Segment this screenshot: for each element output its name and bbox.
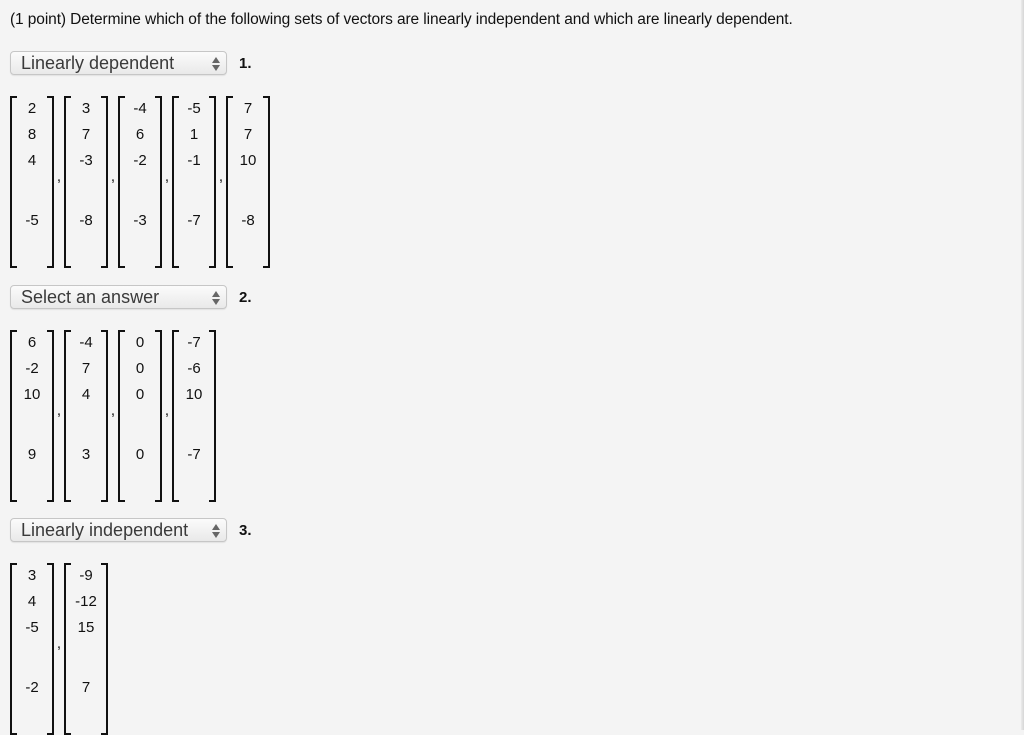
right-bracket [47, 96, 54, 268]
answer-select-2[interactable]: Select an answer [10, 285, 227, 309]
vector-set-2: 6 -2 10 9 , -4 7 4 3 , 0 0 0 0 , -7 -6 1… [10, 330, 252, 502]
answer-select-2-value: Select an answer [21, 287, 160, 307]
separator: , [218, 168, 224, 185]
question-prompt: (1 point) Determine which of the followi… [10, 11, 793, 28]
right-bracket [47, 330, 54, 502]
left-bracket [10, 96, 17, 268]
left-bracket [118, 330, 125, 502]
left-bracket [172, 330, 179, 502]
separator: , [164, 168, 170, 185]
vector: 3 7 -3 -8 [64, 96, 108, 268]
right-bracket [263, 96, 270, 268]
problem-number: 3. [239, 521, 252, 539]
left-bracket [10, 563, 17, 735]
left-bracket [64, 563, 71, 735]
right-bracket [155, 96, 162, 268]
problem-2: Select an answer 2. 6 -2 10 9 , -4 7 4 3… [10, 284, 252, 502]
vector: 2 8 4 -5 [10, 96, 54, 268]
right-bracket [101, 330, 108, 502]
vector: -4 6 -2 -3 [118, 96, 162, 268]
right-bracket [209, 330, 216, 502]
left-bracket [226, 96, 233, 268]
separator: , [56, 635, 62, 652]
vector: 7 7 10 -8 [226, 96, 270, 268]
separator: , [56, 402, 62, 419]
vector: -5 1 -1 -7 [172, 96, 216, 268]
select-arrows-icon [212, 57, 220, 71]
right-bracket [101, 96, 108, 268]
vector: 6 -2 10 9 [10, 330, 54, 502]
left-bracket [64, 330, 71, 502]
problem-number: 1. [239, 54, 252, 72]
vector: -9 -12 15 7 [64, 563, 108, 735]
left-bracket [172, 96, 179, 268]
separator: , [164, 402, 170, 419]
answer-select-3-value: Linearly independent [21, 520, 189, 540]
separator: , [110, 402, 116, 419]
answer-select-1-value: Linearly dependent [21, 53, 175, 73]
separator: , [110, 168, 116, 185]
select-arrows-icon [212, 291, 220, 305]
vector: 0 0 0 0 [118, 330, 162, 502]
right-bracket [209, 96, 216, 268]
vector: 3 4 -5 -2 [10, 563, 54, 735]
left-bracket [10, 330, 17, 502]
right-bracket [47, 563, 54, 735]
answer-select-1[interactable]: Linearly dependent [10, 51, 227, 75]
answer-select-3[interactable]: Linearly independent [10, 518, 227, 542]
problem-3: Linearly independent 3. 3 4 -5 -2 , -9 -… [10, 517, 252, 735]
left-bracket [118, 96, 125, 268]
problem-number: 2. [239, 288, 252, 306]
vector: -4 7 4 3 [64, 330, 108, 502]
select-arrows-icon [212, 524, 220, 538]
separator: , [56, 168, 62, 185]
problem-1: Linearly dependent 1. 2 8 4 -5 , 3 7 -3 … [10, 50, 270, 268]
vector-set-1: 2 8 4 -5 , 3 7 -3 -8 , -4 6 -2 -3 , -5 1… [10, 96, 270, 268]
right-bracket [155, 330, 162, 502]
right-bracket [101, 563, 108, 735]
vector: -7 -6 10 -7 [172, 330, 216, 502]
left-bracket [64, 96, 71, 268]
vector-set-3: 3 4 -5 -2 , -9 -12 15 7 [10, 563, 252, 735]
